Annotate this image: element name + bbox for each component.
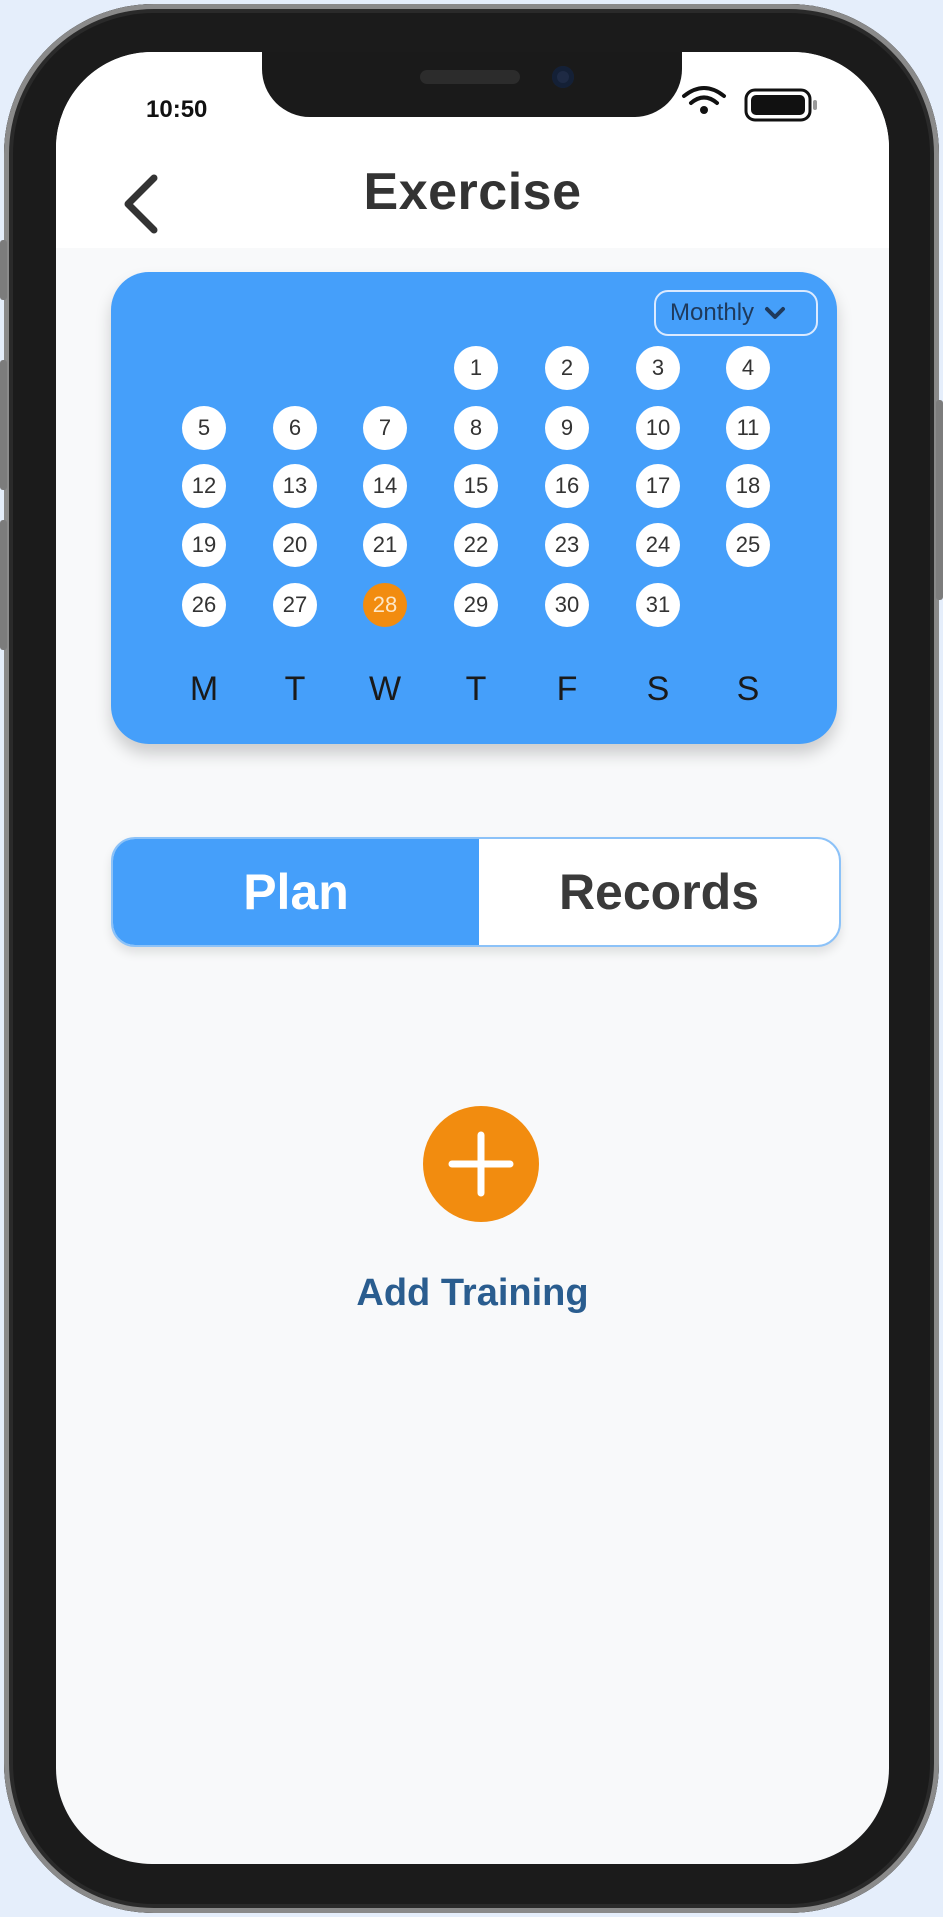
wifi-icon [682,86,726,114]
calendar-day[interactable]: 8 [454,406,498,450]
calendar-day[interactable]: 29 [454,583,498,627]
weekday-label: T [465,670,487,708]
calendar-day[interactable]: 9 [545,406,589,450]
calendar-day[interactable]: 11 [726,406,770,450]
calendar-day[interactable]: 24 [636,523,680,567]
calendar-day[interactable]: 2 [545,346,589,390]
plus-icon [448,1131,514,1197]
view-dropdown[interactable]: Monthly [654,290,818,336]
weekday-label: S [736,670,760,708]
calendar-day[interactable]: 12 [182,464,226,508]
calendar-day[interactable]: 16 [545,464,589,508]
calendar-day[interactable]: 5 [182,406,226,450]
tab-records[interactable]: Records [479,839,839,945]
weekday-label: T [284,670,306,708]
weekday-label: S [646,670,670,708]
app-screen: 10:50 Exercise Monthly 1 2 3 4 5 6 7 8 9 10 11 12 13… [56,52,889,1864]
calendar-day[interactable]: 23 [545,523,589,567]
plan-records-toggle: Plan Records [111,837,841,947]
calendar-day[interactable]: 17 [636,464,680,508]
phone-volume-up [0,360,7,490]
weekday-label: W [368,670,402,708]
calendar-day[interactable]: 13 [273,464,317,508]
calendar-day[interactable]: 21 [363,523,407,567]
calendar-day[interactable]: 3 [636,346,680,390]
calendar-day[interactable]: 26 [182,583,226,627]
notch [262,52,682,117]
weekday-label: F [556,670,578,708]
phone-power-button [936,400,943,600]
calendar-card: Monthly 1 2 3 4 5 6 7 8 9 10 11 12 13 14 15 16 17 18 19 20 2… [111,272,837,744]
view-dropdown-label: Monthly [670,299,755,326]
front-camera [552,66,574,88]
calendar-day[interactable]: 18 [726,464,770,508]
calendar-day[interactable]: 15 [454,464,498,508]
chevron-down-icon [765,307,786,319]
calendar-day[interactable]: 6 [273,406,317,450]
calendar-day[interactable]: 14 [363,464,407,508]
calendar-day[interactable]: 7 [363,406,407,450]
speaker-grille [420,70,520,84]
page-title: Exercise [363,163,582,221]
calendar-day[interactable]: 30 [545,583,589,627]
tab-plan[interactable]: Plan [113,839,479,945]
calendar-day[interactable]: 22 [454,523,498,567]
calendar-day[interactable]: 20 [273,523,317,567]
battery-icon [744,88,817,122]
phone-mute-switch [0,240,7,300]
calendar-day[interactable]: 27 [273,583,317,627]
calendar-day[interactable]: 1 [454,346,498,390]
phone-volume-down [0,520,7,650]
calendar-day[interactable]: 10 [636,406,680,450]
calendar-day[interactable]: 19 [182,523,226,567]
add-training-label[interactable]: Add Training [56,1272,889,1315]
status-time: 10:50 [146,96,208,123]
calendar-day[interactable]: 4 [726,346,770,390]
weekday-label: M [189,670,219,708]
calendar-day-selected[interactable]: 28 [363,583,407,627]
calendar-day[interactable]: 31 [636,583,680,627]
status-icons [682,86,817,122]
add-training-button[interactable] [423,1106,539,1222]
calendar-day[interactable]: 25 [726,523,770,567]
